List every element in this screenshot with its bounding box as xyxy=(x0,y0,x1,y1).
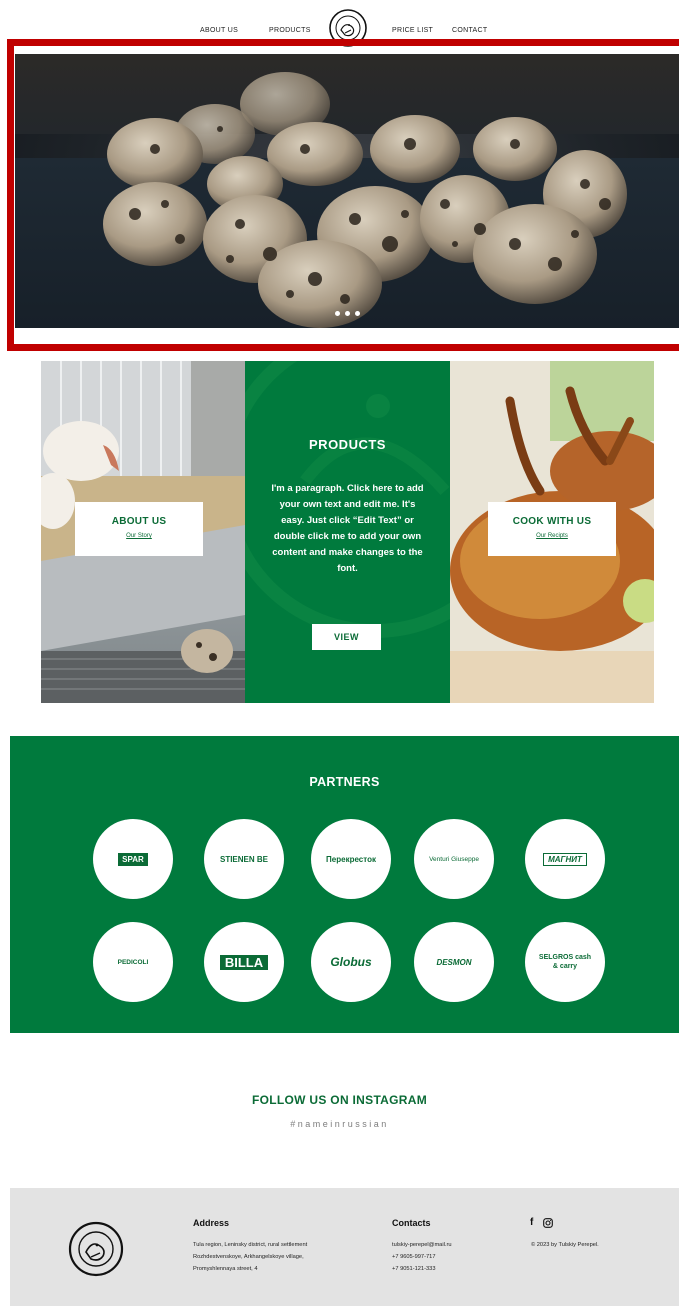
about-title: ABOUT US xyxy=(111,516,167,527)
cook-title: COOK WITH US xyxy=(512,516,592,527)
nav-price-list[interactable]: PRICE LIST xyxy=(392,27,433,34)
view-button[interactable]: VIEW xyxy=(312,624,381,650)
address-line: Rozhdestvenskoye, Arkhangelskoye village… xyxy=(193,1254,304,1260)
partner-logo-globus[interactable]: Globus xyxy=(311,922,391,1002)
partners-title: PARTNERS xyxy=(309,775,380,789)
partner-logo-desmon[interactable]: DESMON xyxy=(414,922,494,1002)
partner-logo-spar[interactable]: SPAR xyxy=(93,819,173,899)
facebook-icon[interactable]: f xyxy=(530,1217,533,1228)
slide-dot[interactable] xyxy=(345,311,350,316)
hero-highlight-frame xyxy=(7,39,679,351)
cook-panel[interactable]: COOK WITH US Our Recipts xyxy=(450,361,654,703)
slideshow-dots[interactable] xyxy=(335,311,360,316)
nav-about-us[interactable]: ABOUT US xyxy=(200,27,238,34)
our-recipes-link[interactable]: Our Recipts xyxy=(488,533,616,539)
instagram-title: FOLLOW US ON INSTAGRAM xyxy=(251,1093,428,1107)
about-card[interactable]: ABOUT US Our Story xyxy=(75,502,203,556)
slide-dot[interactable] xyxy=(335,311,340,316)
cook-card[interactable]: COOK WITH US Our Recipts xyxy=(488,502,616,556)
address-line: Promyshlennaya street, 4 xyxy=(193,1266,258,1272)
social-links: f xyxy=(530,1217,554,1228)
nav-contact[interactable]: CONTACT xyxy=(452,27,487,34)
contact-phone[interactable]: +7 9605-997-717 xyxy=(392,1254,435,1260)
slide-dot[interactable] xyxy=(355,311,360,316)
partner-logo-selgros[interactable]: SELGROS cash & carry xyxy=(525,922,605,1002)
address-line: Tula region, Leninsky district, rural se… xyxy=(193,1242,308,1248)
products-title: PRODUCTS xyxy=(309,437,386,452)
about-panel[interactable]: ABOUT US Our Story xyxy=(41,361,245,703)
our-story-link[interactable]: Our Story xyxy=(75,533,203,539)
partner-logo-stienen[interactable]: STIENEN BE xyxy=(204,819,284,899)
products-panel: PRODUCTS I'm a paragraph. Click here to … xyxy=(245,361,450,703)
contacts-title: Contacts xyxy=(392,1218,431,1228)
instagram-hashtag[interactable]: #nameinrussian xyxy=(0,1119,679,1129)
footer: Address Tula region, Leninsky district, … xyxy=(10,1188,679,1306)
partner-logo-magnit[interactable]: МАГНИТ xyxy=(525,819,605,899)
feature-panels: ABOUT US Our Story PRODUCTS I'm a paragr… xyxy=(41,361,655,703)
nav-products[interactable]: PRODUCTS xyxy=(269,27,311,34)
contact-phone[interactable]: +7 9051-121-333 xyxy=(392,1266,435,1272)
instagram-icon[interactable] xyxy=(543,1218,554,1228)
quail-emblem-icon[interactable] xyxy=(68,1221,124,1277)
partner-logo-venturi[interactable]: Venturi Giuseppe xyxy=(414,819,494,899)
contact-email[interactable]: tulskiy-perepel@mail.ru xyxy=(392,1242,452,1248)
partner-logo-billa[interactable]: BILLA xyxy=(204,922,284,1002)
address-title: Address xyxy=(193,1218,230,1228)
partner-logo-perekrestok[interactable]: Перекресток xyxy=(311,819,391,899)
products-paragraph: I'm a paragraph. Click here to add your … xyxy=(271,483,424,574)
partners-section: PARTNERS SPAR STIENEN BE Перекресток Ven… xyxy=(10,736,679,1033)
copyright: © 2023 by Tulskiy Perepel. xyxy=(531,1242,599,1248)
partner-logo-pedicoli[interactable]: PEDICOLI xyxy=(93,922,173,1002)
